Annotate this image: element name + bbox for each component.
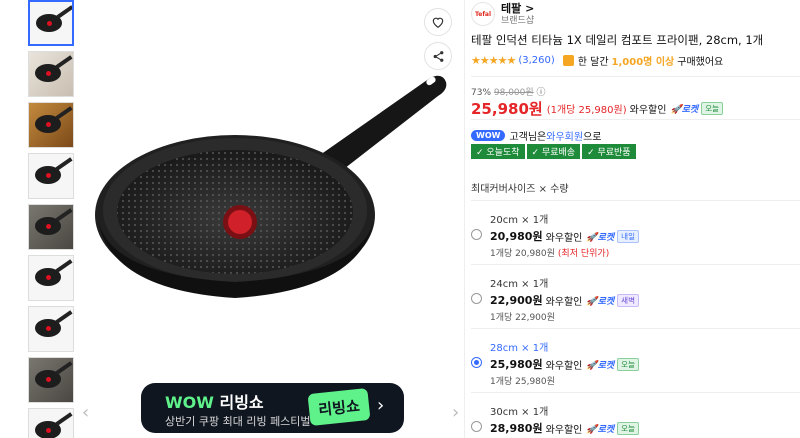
option-unit-price: 1개당 20,980원 (최저 단위가) <box>490 249 610 259</box>
rocket-delivery-icon: 🚀로켓 <box>586 232 615 243</box>
option-unit-price: 1개당 25,980원 <box>490 377 555 387</box>
discount-row: 73% 98,000원 ⓘ <box>471 85 546 98</box>
option-wow-label: 와우할인 <box>545 424 583 436</box>
discount-rate: 73% <box>471 88 492 98</box>
shopping-bag-icon <box>562 55 574 66</box>
option-wow-label: 와우할인 <box>545 360 583 372</box>
rating-row: ★★★★★ (3,260) 한 달간 1,000명 이상 구매했어요 <box>471 53 723 68</box>
info-icon[interactable]: ⓘ <box>537 88 546 98</box>
option-wow-label: 와우할인 <box>545 296 583 308</box>
price-row: 25,980원 (1개당 25,980원) 와우할인 🚀로켓 오늘 <box>471 98 724 119</box>
buy-suffix: 구매했어요 <box>677 57 724 68</box>
benefit-tag: ✓ 오늘도착 <box>471 144 525 159</box>
benefit-tags: ✓ 오늘도착 ✓ 무료배송 ✓ 무료반품 <box>471 144 638 159</box>
living-show-logo: 리빙쇼 <box>307 387 371 427</box>
delivery-badge: 내일 <box>617 229 639 243</box>
review-count-link[interactable]: (3,260) <box>518 55 554 66</box>
option-wow-label: 와우할인 <box>545 232 583 244</box>
lowest-unit-label: (최저 단위가) <box>557 249 610 259</box>
wow-member-link[interactable]: 와우회원 <box>546 128 583 143</box>
rocket-delivery-icon: 🚀로켓 <box>586 360 615 371</box>
option-price-row: 25,980원 와우할인 🚀로켓 오늘 <box>490 356 639 372</box>
heart-icon <box>432 17 444 28</box>
delivery-badge: 오늘 <box>617 421 639 435</box>
wow-member-row: WOW 고객님은 와우회원 으로 <box>471 128 601 143</box>
wow-text-suffix: 으로 <box>583 132 602 143</box>
option-name: 24cm × 1개 <box>490 279 549 290</box>
thumbnail[interactable] <box>28 306 74 352</box>
benefit-tag: ✓ 무료반품 <box>582 144 636 159</box>
banner-title: WOW 리빙쇼 <box>165 393 264 412</box>
thumbnail[interactable] <box>28 255 74 301</box>
rocket-delivery-icon: 🚀로켓 <box>586 296 615 307</box>
rocket-delivery-icon: 🚀로켓 <box>586 424 615 435</box>
option-radio[interactable] <box>471 229 482 240</box>
thumbnail[interactable] <box>28 408 74 438</box>
delivery-badge: 새벽 <box>617 293 639 307</box>
thumbnail[interactable] <box>28 204 74 250</box>
option-unit-price: 1개당 22,900원 <box>490 313 555 323</box>
divider <box>471 119 800 120</box>
option-name: 20cm × 1개 <box>490 215 549 226</box>
brand-logo[interactable]: Tefal <box>471 2 495 26</box>
option-item[interactable]: 20cm × 1개 20,980원 와우할인 🚀로켓 내일 1개당 20,980원 (최저 … <box>471 200 800 264</box>
delivery-badge: 오늘 <box>617 357 639 371</box>
option-header: 최대커버사이즈 × 수량 <box>471 184 569 195</box>
original-price: 98,000원 <box>493 88 534 98</box>
wow-living-show-banner[interactable]: WOW 리빙쇼 상반기 쿠팡 최대 리빙 페스티벌 리빙쇼 › <box>141 383 404 433</box>
benefit-tag: ✓ 무료배송 <box>526 144 581 159</box>
wow-badge: WOW <box>471 130 506 141</box>
option-radio[interactable] <box>471 421 482 432</box>
option-price-row: 28,980원 와우할인 🚀로켓 오늘 <box>490 420 639 436</box>
option-radio[interactable] <box>471 293 482 304</box>
thumbnail[interactable] <box>28 153 74 199</box>
option-price: 28,980원 <box>490 422 543 435</box>
thumbnail[interactable] <box>28 0 74 46</box>
chevron-right-icon: › <box>377 395 385 416</box>
next-arrow-icon[interactable]: › <box>452 402 459 423</box>
banner-subtitle: 상반기 쿠팡 최대 리빙 페스티벌 <box>165 415 311 428</box>
wishlist-button[interactable] <box>424 8 452 36</box>
option-price: 22,900원 <box>490 294 543 307</box>
rocket-delivery-icon: 🚀로켓 <box>670 105 699 115</box>
option-item[interactable]: 28cm × 1개 25,980원 와우할인 🚀로켓 오늘 1개당 25,980원 <box>471 328 800 392</box>
thumbnail[interactable] <box>28 102 74 148</box>
wow-text: 고객님은 <box>509 132 547 143</box>
wow-discount-label: 와우할인 <box>629 105 667 116</box>
option-price-row: 22,900원 와우할인 🚀로켓 새벽 <box>490 292 639 308</box>
thumbnail[interactable] <box>28 357 74 403</box>
option-radio[interactable] <box>471 357 482 368</box>
product-image <box>95 75 447 298</box>
buy-prefix: 한 달간 <box>577 57 609 68</box>
option-name: 30cm × 1개 <box>490 407 549 418</box>
delivery-badge: 오늘 <box>701 102 724 115</box>
share-icon <box>433 50 443 62</box>
option-price-row: 20,980원 와우할인 🚀로켓 내일 <box>490 228 639 244</box>
option-price: 25,980원 <box>490 358 543 371</box>
rating-stars: ★★★★★ <box>471 54 516 67</box>
option-name: 28cm × 1개 <box>490 343 549 354</box>
product-title: 테팔 인덕션 티타늄 1X 데일리 컴포트 프라이팬, 28cm, 1개 <box>471 33 764 47</box>
thumbnail[interactable] <box>28 51 74 97</box>
option-price: 20,980원 <box>490 230 543 243</box>
brand-shop-label: 브랜드샵 <box>501 16 535 26</box>
divider <box>471 76 800 77</box>
divider <box>464 0 465 438</box>
share-button[interactable] <box>424 42 452 70</box>
buy-count: 1,000명 이상 <box>611 57 675 68</box>
unit-price: (1개당 25,980원) <box>546 105 627 116</box>
option-item[interactable]: 30cm × 1개 28,980원 와우할인 🚀로켓 오늘 <box>471 392 800 438</box>
option-item[interactable]: 24cm × 1개 22,900원 와우할인 🚀로켓 새벽 1개당 22,900원 <box>471 264 800 328</box>
sale-price: 25,980원 <box>471 100 543 118</box>
thumbnail-list <box>28 0 76 438</box>
prev-arrow-icon[interactable]: ‹ <box>82 402 89 423</box>
